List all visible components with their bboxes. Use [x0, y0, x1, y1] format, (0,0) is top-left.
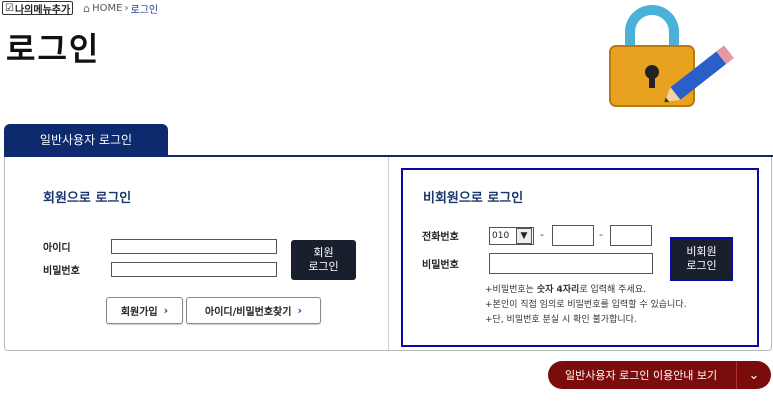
id-label: 아이디 — [43, 243, 71, 254]
login-guide-button[interactable]: 일반사용자 로그인 이용안내 보기 ⌄ — [548, 361, 771, 389]
nonmember-login-line2: 로그인 — [686, 259, 717, 272]
member-login-line2: 로그인 — [308, 260, 339, 273]
phone-prefix-select[interactable]: 010 ▼ — [489, 227, 534, 245]
add-my-menu-button[interactable]: ☑ 나의메뉴추가 — [2, 1, 74, 16]
nonmember-login-button[interactable]: 비회원 로그인 — [670, 237, 733, 281]
login-guide-label: 일반사용자 로그인 이용안내 보기 — [565, 369, 718, 382]
phone-dash-2: - — [599, 228, 603, 241]
nonmember-password-input[interactable] — [489, 253, 653, 274]
note-password-self: +본인이 직접 임의로 비밀번호를 입력할 수 있습니다. — [485, 300, 687, 310]
nonmember-login-line1: 비회원 — [686, 245, 717, 258]
signup-button[interactable]: 회원가입 › — [106, 297, 183, 324]
note-password-lost: +단, 비밀번호 분실 시 확인 불가합니다. — [485, 315, 637, 325]
top-bar: ☑ 나의메뉴추가 ⌂ HOME › 로그인 — [0, 0, 158, 16]
password-input[interactable] — [111, 262, 277, 277]
chevron-right-icon: › — [297, 304, 302, 317]
breadcrumb-separator-icon: › — [124, 2, 129, 14]
add-my-menu-label: 나의메뉴추가 — [14, 4, 71, 16]
chevron-down-icon: ▼ — [516, 228, 532, 244]
breadcrumb-home[interactable]: HOME — [92, 3, 122, 14]
nonmember-login-title: 비회원으로 로그인 — [423, 191, 524, 206]
find-id-password-label: 아이디/비밀번호찾기 — [205, 307, 292, 318]
lock-pencil-icon — [609, 5, 734, 107]
phone-prefix-value: 010 — [492, 231, 510, 241]
signup-label: 회원가입 — [120, 307, 158, 318]
note-password-digits: +비밀번호는 숫자 4자리로 입력해 주세요. — [485, 285, 646, 295]
checkmark-icon: ☑ — [5, 2, 14, 14]
member-login-line1: 회원 — [313, 246, 334, 259]
phone-dash-1: - — [540, 228, 544, 241]
breadcrumb: ⌂ HOME › 로그인 — [83, 1, 158, 16]
chevron-down-icon: ⌄ — [748, 367, 760, 383]
home-icon: ⌂ — [83, 1, 91, 15]
password-label: 비밀번호 — [43, 266, 80, 277]
phone-middle-input[interactable] — [552, 225, 594, 246]
tab-general-user-login[interactable]: 일반사용자 로그인 — [4, 124, 168, 155]
chevron-right-icon: › — [163, 304, 169, 317]
phone-label: 전화번호 — [422, 232, 459, 243]
member-login-title: 회원으로 로그인 — [43, 191, 132, 206]
page-title: 로그인 — [6, 30, 101, 68]
id-input[interactable] — [111, 239, 277, 254]
breadcrumb-current: 로그인 — [130, 4, 159, 16]
panel-divider — [388, 157, 389, 350]
phone-last-input[interactable] — [610, 225, 652, 246]
nonmember-password-label: 비밀번호 — [422, 260, 459, 271]
find-id-password-button[interactable]: 아이디/비밀번호찾기 › — [186, 297, 321, 324]
member-login-button[interactable]: 회원 로그인 — [291, 240, 356, 280]
